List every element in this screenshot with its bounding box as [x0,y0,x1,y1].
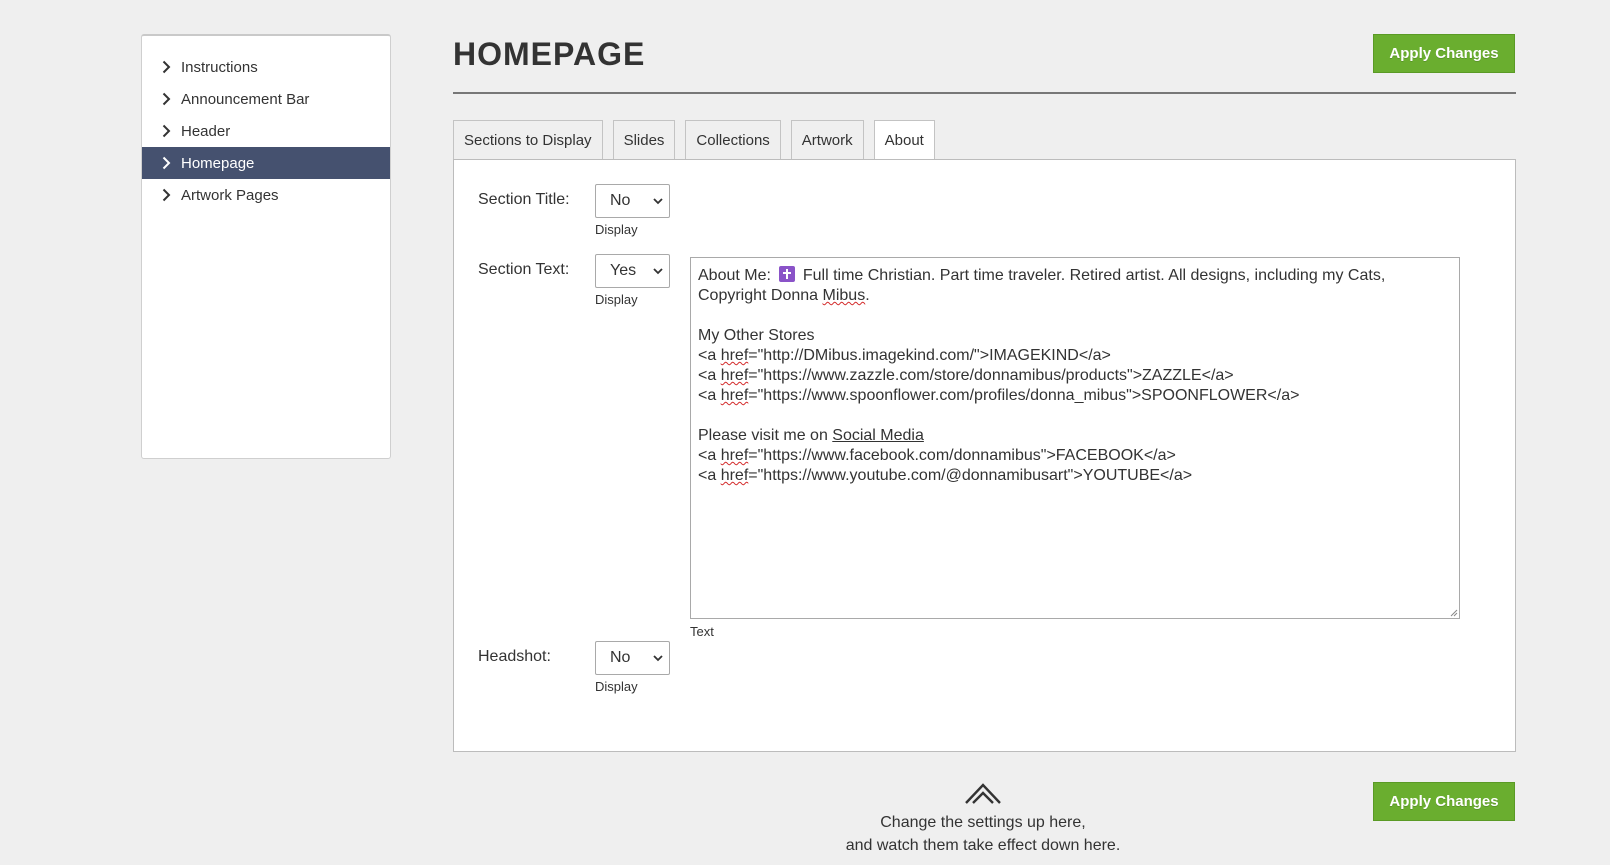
tab-sections-to-display[interactable]: Sections to Display [453,120,603,159]
apply-changes-button-bottom[interactable]: Apply Changes [1373,782,1515,821]
text-line: . [865,287,870,304]
chevron-down-icon [653,655,663,662]
text-line: "http://DMibus.imagekind.com/">IMAGEKIND… [757,347,1111,364]
headshot-display-caption: Display [595,679,638,694]
text-line: "https://www.zazzle.com/store/donnamibus… [757,367,1234,384]
headshot-label: Headshot: [478,648,551,665]
section-text-textarea[interactable]: About Me: Full time Christian. Part time… [690,257,1460,619]
chevron-up-icon [965,783,1001,804]
text-fragment: <a [698,367,721,384]
section-title-label: Section Title: [478,191,570,208]
section-title-display-caption: Display [595,222,638,237]
page-title: HOMEPAGE [453,36,646,72]
text-line: About Me: [698,267,771,284]
chevron-right-icon [160,188,172,202]
text-line: "https://www.youtube.com/@donnamibusart"… [757,467,1193,484]
spellcheck-word: Mibus [822,287,866,304]
text-fragment: = [748,367,758,384]
spellcheck-word: href [720,467,749,484]
section-text-label: Section Text: [478,261,570,278]
tab-collections[interactable]: Collections [685,120,781,159]
select-value: No [610,192,631,209]
sidebar-item-label: Homepage [181,154,255,172]
tab-artwork[interactable]: Artwork [790,120,864,159]
text-fragment: <a [698,447,721,464]
section-title-display-select[interactable]: No [595,184,670,218]
tab-about[interactable]: About [873,120,935,161]
sidebar-item-announcement-bar[interactable]: Announcement Bar [142,83,390,115]
text-fragment: = [748,447,758,464]
section-text-display-select[interactable]: Yes [595,254,670,288]
spellcheck-word: href [720,367,749,384]
chevron-right-icon [160,124,172,138]
text-fragment: = [748,467,758,484]
text-underlined: Social Media [832,427,924,444]
tab-bar: Sections to Display Slides Collections A… [453,120,945,161]
headshot-display-select[interactable]: No [595,641,670,675]
select-value: Yes [610,262,637,279]
chevron-down-icon [653,198,663,205]
chevron-right-icon [160,60,172,74]
hint-line-1: Change the settings up here, [880,814,1086,831]
sidebar-item-artwork-pages[interactable]: Artwork Pages [142,179,390,211]
section-text-display-caption: Display [595,292,638,307]
latin-cross-icon [779,266,796,282]
sidebar-item-instructions[interactable]: Instructions [142,51,390,83]
apply-changes-button-top[interactable]: Apply Changes [1373,34,1515,73]
sidebar: Instructions Announcement Bar Header Hom… [141,34,391,459]
hint-line-2: and watch them take effect down here. [845,837,1121,854]
text-line: My Other Stores [698,327,815,344]
chevron-right-icon [160,156,172,170]
text-line: "https://www.spoonflower.com/profiles/do… [757,387,1300,404]
text-line: Copyright Donna [698,287,823,304]
preview-hint: Change the settings up here, and watch t… [783,780,1183,857]
spellcheck-word: href [720,347,749,364]
select-value: No [610,649,631,666]
sidebar-item-label: Artwork Pages [181,186,279,204]
text-fragment: <a [698,347,721,364]
text-line: "https://www.facebook.com/donnamibus">FA… [757,447,1176,464]
text-line: Full time Christian. Part time traveler.… [802,267,1386,284]
tab-slides[interactable]: Slides [612,120,676,159]
sidebar-item-label: Announcement Bar [181,90,310,108]
title-divider [453,92,1516,94]
text-caption: Text [690,624,714,639]
text-fragment: = [748,347,758,364]
about-settings-panel: Section Title: No Display Section Text: … [453,159,1516,752]
text-fragment: <a [698,467,721,484]
sidebar-item-label: Header [181,122,231,140]
text-fragment: <a [698,387,721,404]
sidebar-item-homepage[interactable]: Homepage [142,147,390,179]
spellcheck-word: href [720,387,749,404]
text-fragment: = [748,387,758,404]
spellcheck-word: href [720,447,749,464]
resize-handle-icon[interactable] [1448,607,1458,617]
sidebar-item-label: Instructions [181,58,258,76]
chevron-down-icon [653,268,663,275]
sidebar-item-header[interactable]: Header [142,115,390,147]
chevron-right-icon [160,92,172,106]
text-line: Please visit me on [698,427,833,444]
